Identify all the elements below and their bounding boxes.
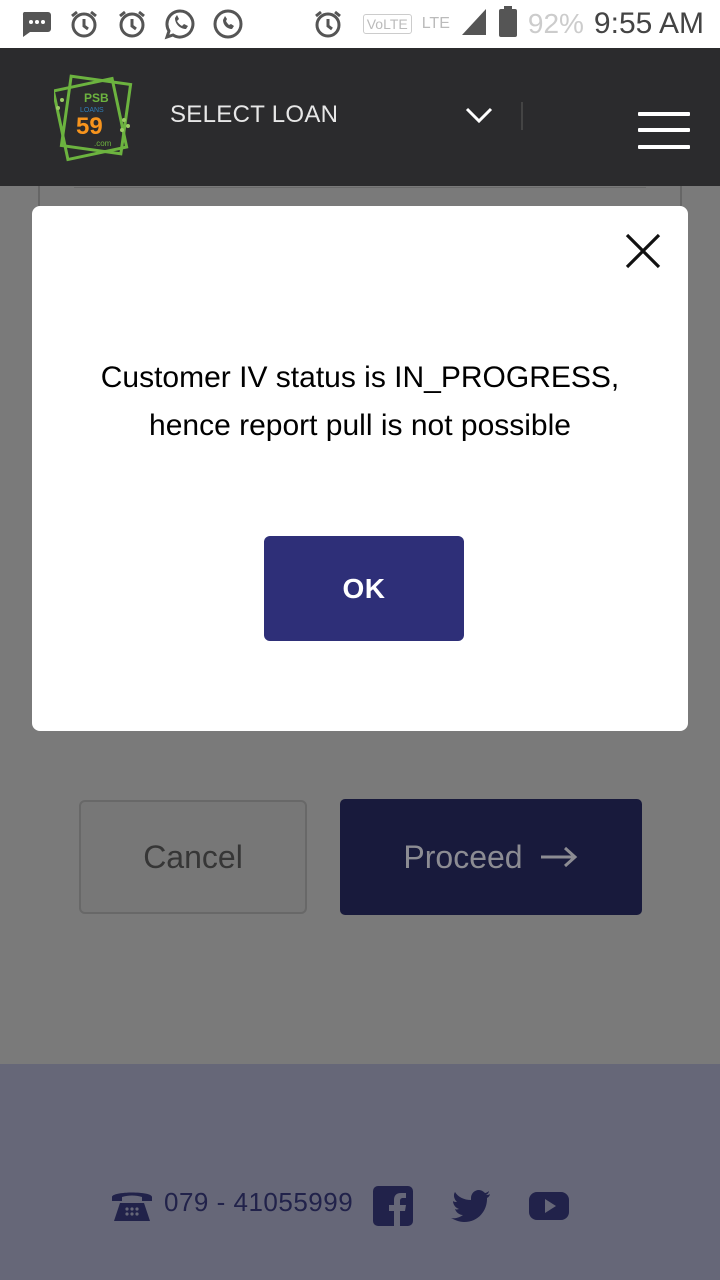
message-icon (20, 8, 52, 40)
arrow-right-icon (540, 846, 577, 868)
network-type: LTE (421, 15, 450, 32)
psb-loans-logo[interactable]: PSB LOANS 59 .com (51, 70, 134, 162)
form-card (38, 186, 682, 206)
facebook-icon[interactable] (372, 1185, 414, 1227)
alert-dialog: Customer IV status is IN_PROGRESS, hence… (32, 206, 688, 731)
form-field (74, 186, 646, 188)
logo-text-top: PSB (84, 91, 109, 105)
dialog-message: Customer IV status is IN_PROGRESS, hence… (100, 361, 620, 442)
ok-button[interactable]: OK (264, 536, 464, 641)
alarm-icon (116, 8, 148, 40)
notification-icons (0, 8, 344, 40)
whatsapp-icon (164, 8, 196, 40)
cancel-label: Cancel (143, 838, 243, 875)
signal-icon (460, 7, 488, 42)
chevron-down-icon[interactable] (464, 104, 494, 128)
ok-label: OK (342, 572, 386, 604)
volte-indicator: VoLTE (362, 14, 412, 34)
phone-call-icon (212, 8, 244, 40)
proceed-label: Proceed (403, 838, 523, 875)
select-loan-dropdown[interactable]: SELECT LOAN (170, 101, 338, 129)
footer (0, 1064, 720, 1280)
twitter-icon[interactable] (450, 1185, 492, 1227)
header-divider (521, 102, 523, 130)
cancel-button[interactable]: Cancel (79, 800, 307, 914)
youtube-icon[interactable] (528, 1185, 570, 1227)
app-header: PSB LOANS 59 .com SELECT LOAN (0, 48, 720, 186)
footer-phone-number[interactable]: 079 - 41055999 (164, 1187, 353, 1218)
telephone-icon (110, 1185, 154, 1223)
battery-icon (498, 5, 518, 43)
alarm-icon (68, 8, 100, 40)
alarm-icon (312, 8, 344, 40)
status-bar: VoLTE LTE 92% 9:55 AM (0, 0, 720, 48)
battery-percent: 92% (527, 8, 584, 39)
logo-number: 59 (76, 113, 103, 140)
close-icon[interactable] (624, 232, 662, 270)
status-indicators: VoLTE LTE 92% 9:55 AM (362, 5, 720, 43)
proceed-button[interactable]: Proceed (340, 799, 642, 915)
clock-time: 9:55 AM (593, 7, 704, 40)
hamburger-menu-icon[interactable] (638, 112, 690, 152)
logo-suffix: .com (94, 139, 112, 148)
